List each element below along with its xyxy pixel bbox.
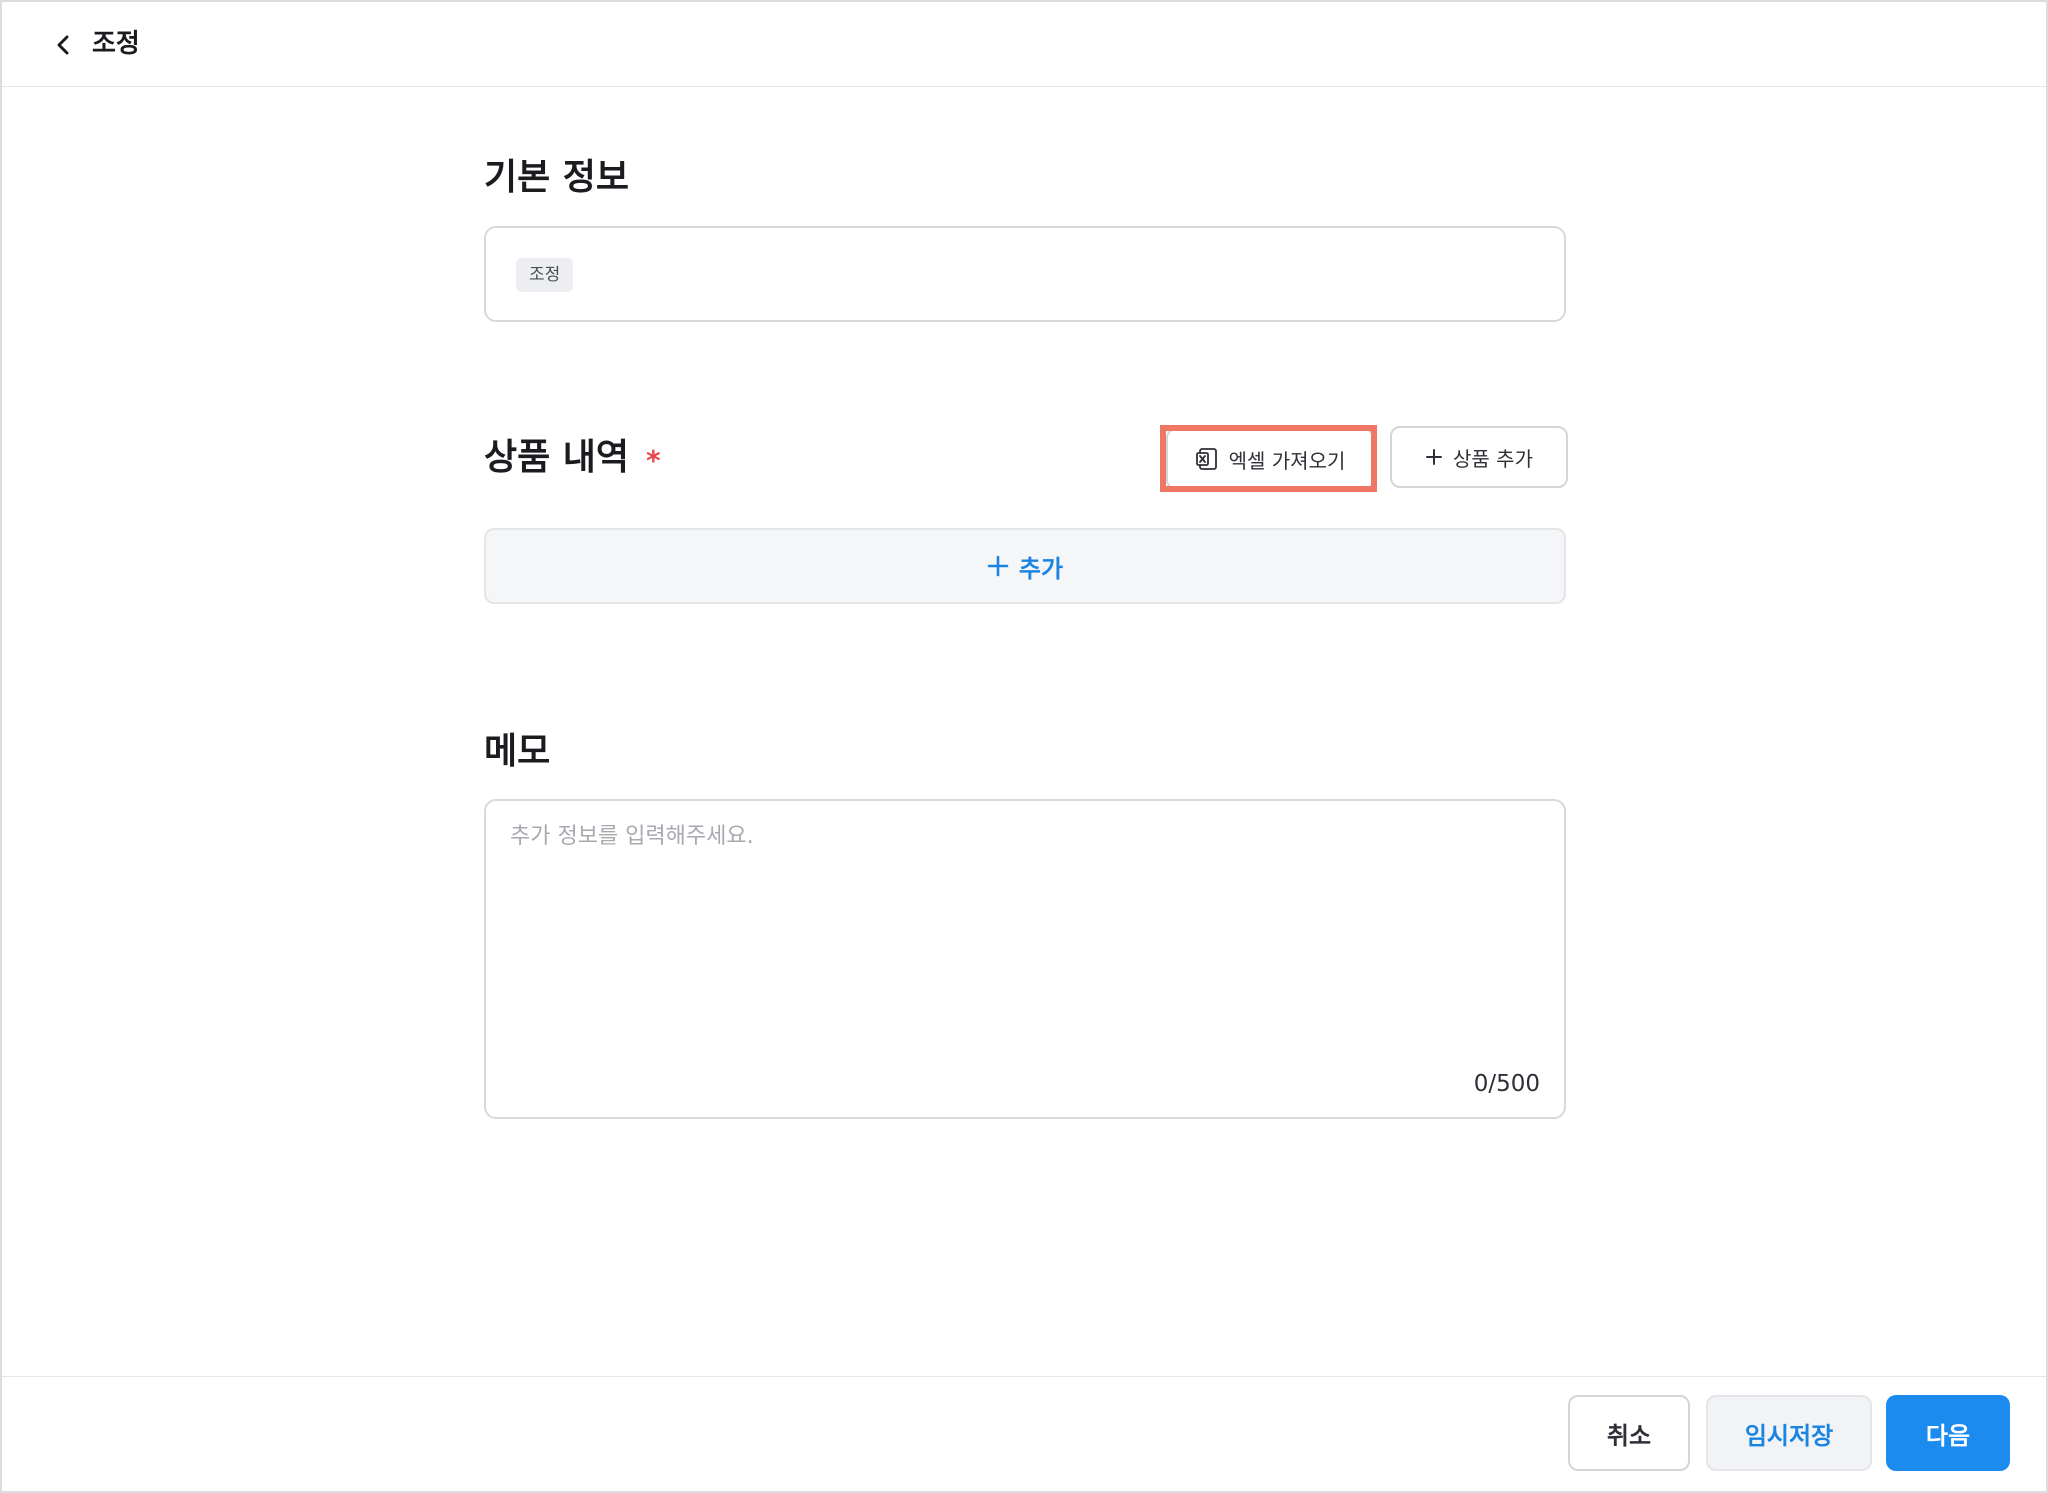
add-product-label: 상품 추가 bbox=[1453, 446, 1533, 471]
footer-bar: 취소 임시저장 다음 bbox=[2, 1376, 2046, 1491]
cancel-button[interactable]: 취소 bbox=[1568, 1395, 1690, 1471]
top-bar: 조정 bbox=[2, 2, 2046, 87]
memo-char-counter: 0/500 bbox=[1473, 1071, 1540, 1097]
excel-import-label: 엑셀 가져오기 bbox=[1228, 448, 1346, 473]
plus-icon bbox=[987, 555, 1009, 577]
products-title: 상품 내역 bbox=[484, 437, 630, 478]
next-button[interactable]: 다음 bbox=[1886, 1395, 2010, 1471]
required-mark: * bbox=[646, 444, 661, 477]
type-tag: 조정 bbox=[516, 258, 574, 292]
back-button[interactable] bbox=[46, 28, 80, 62]
add-product-button[interactable]: 상품 추가 bbox=[1390, 426, 1568, 488]
plus-icon bbox=[1426, 449, 1443, 465]
page-title: 조정 bbox=[92, 29, 140, 59]
memo-box: 0/500 bbox=[484, 799, 1566, 1119]
app-window: 조정 기본 정보 조정 상품 내역 * 엑셀 가져오기 상품 추가 추가 메모 … bbox=[0, 0, 2048, 1493]
memo-title: 메모 bbox=[484, 731, 551, 772]
basic-info-box: 조정 bbox=[484, 226, 1566, 322]
chevron-left-icon bbox=[57, 35, 69, 55]
basic-info-title: 기본 정보 bbox=[484, 157, 630, 198]
add-item-row-button[interactable]: 추가 bbox=[484, 528, 1566, 604]
save-draft-button[interactable]: 임시저장 bbox=[1706, 1395, 1872, 1471]
add-item-label: 추가 bbox=[1018, 554, 1064, 583]
excel-icon bbox=[1195, 448, 1217, 470]
excel-import-button[interactable]: 엑셀 가져오기 bbox=[1166, 428, 1374, 490]
memo-input[interactable] bbox=[508, 819, 1542, 1057]
